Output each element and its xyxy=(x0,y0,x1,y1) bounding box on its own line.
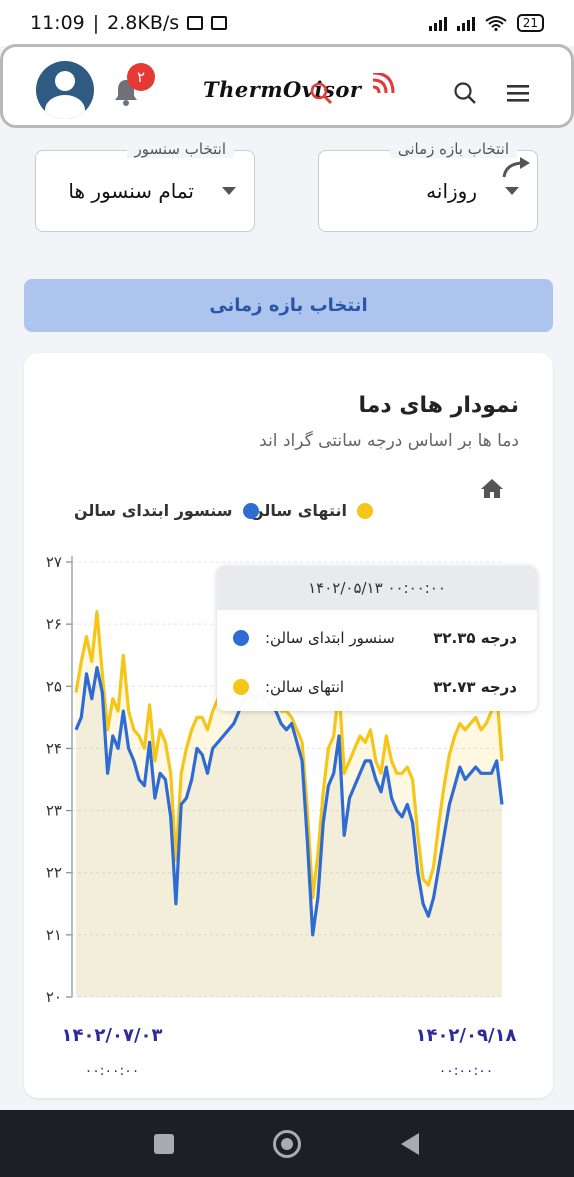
tooltip-value-start: درجه ۳۲.۳۵ xyxy=(433,629,517,647)
wifi-icon xyxy=(485,16,507,31)
sensor-select-label: انتخاب سنسور xyxy=(126,140,234,158)
search-icon[interactable] xyxy=(453,81,477,105)
temperature-line-chart[interactable]: ۲۰ ۲۱ ۲۲ ۲۳ ۲۴ ۲۵ ۲۶ ۲۷ ۱۴۰۲/۰۷/۰۳ ۰۰:۰۰:۰۰ ۱۴۰۲/۰… xyxy=(24,353,553,1098)
status-left: 11:09 | 2.8KB/s xyxy=(30,12,228,34)
status-net-speed: 2.8KB/s xyxy=(107,12,180,34)
sensor-select-value: تمام سنسور ها xyxy=(68,179,194,203)
x-label-start-date: ۱۴۰۲/۰۷/۰۳ xyxy=(61,1025,162,1046)
tooltip-row-start: سنسور ابتدای سالن: درجه ۳۲.۳۵ xyxy=(217,623,537,653)
battery-icon: 21 xyxy=(516,14,544,32)
refresh-icon[interactable] xyxy=(500,155,536,181)
system-nav-bar xyxy=(0,1110,574,1177)
back-button[interactable] xyxy=(401,1133,419,1155)
chart-tooltip: ۱۴۰۲/۰۵/۱۳ ۰۰:۰۰:۰۰ سنسور ابتدای سالن: د… xyxy=(217,566,537,711)
hamburger-menu-icon[interactable] xyxy=(506,83,530,103)
status-separator: | xyxy=(92,12,100,34)
range-select-label: انتخاب بازه زمانی xyxy=(389,140,517,158)
logo-mark xyxy=(310,73,395,105)
y-tick-label: ۲۲ xyxy=(46,864,62,882)
y-tick-label: ۲۳ xyxy=(46,802,62,820)
tooltip-value-end: درجه ۳۲.۷۳ xyxy=(433,678,517,696)
x-label-end-time: ۰۰:۰۰:۰۰ xyxy=(439,1063,494,1079)
gmail-icon xyxy=(187,16,204,30)
y-tick-label: ۲۰ xyxy=(46,988,62,1006)
app-logo: ThermOvisor xyxy=(203,69,398,109)
recents-button[interactable] xyxy=(154,1134,174,1154)
select-range-button[interactable]: انتخاب بازه زمانی xyxy=(24,279,553,332)
y-tick-label: ۲۶ xyxy=(46,615,62,633)
y-tick-label: ۲۷ xyxy=(46,553,62,571)
status-time: 11:09 xyxy=(30,12,85,34)
notification-badge: ۲ xyxy=(127,63,155,91)
sensor-select[interactable]: انتخاب سنسور تمام سنسور ها xyxy=(35,140,255,232)
x-label-end-date: ۱۴۰۲/۰۹/۱۸ xyxy=(415,1025,516,1046)
status-bar: 11:09 | 2.8KB/s 21 xyxy=(0,0,574,46)
tooltip-header: ۱۴۰۲/۰۵/۱۳ ۰۰:۰۰:۰۰ xyxy=(217,566,537,610)
tooltip-name-end: انتهای سالن: xyxy=(265,678,345,696)
tooltip-name-start: سنسور ابتدای سالن: xyxy=(265,629,395,647)
upload-icon xyxy=(211,16,228,30)
tooltip-row-end: انتهای سالن: درجه ۳۲.۷۳ xyxy=(217,672,537,702)
y-tick-label: ۲۱ xyxy=(46,926,62,944)
tooltip-dot-start xyxy=(233,630,249,646)
home-button[interactable] xyxy=(273,1130,301,1158)
signal-icon-2 xyxy=(456,15,475,31)
x-label-start-time: ۰۰:۰۰:۰۰ xyxy=(85,1063,140,1079)
chevron-down-icon xyxy=(505,187,519,195)
tooltip-dot-end xyxy=(233,679,249,695)
signal-icon xyxy=(428,15,447,31)
avatar-head xyxy=(55,71,75,91)
range-select-value: روزانه xyxy=(426,179,477,203)
temperature-chart-card: نمودار های دما دما ها بر اساس درجه سانتی… xyxy=(24,353,553,1098)
status-right: 21 xyxy=(428,14,544,32)
app-header: ۲ ThermOvisor xyxy=(0,44,574,128)
y-tick-label: ۲۵ xyxy=(46,677,62,695)
y-tick-label: ۲۴ xyxy=(46,739,62,757)
avatar[interactable] xyxy=(36,61,94,119)
chevron-down-icon xyxy=(222,187,236,195)
avatar-body xyxy=(45,95,85,119)
